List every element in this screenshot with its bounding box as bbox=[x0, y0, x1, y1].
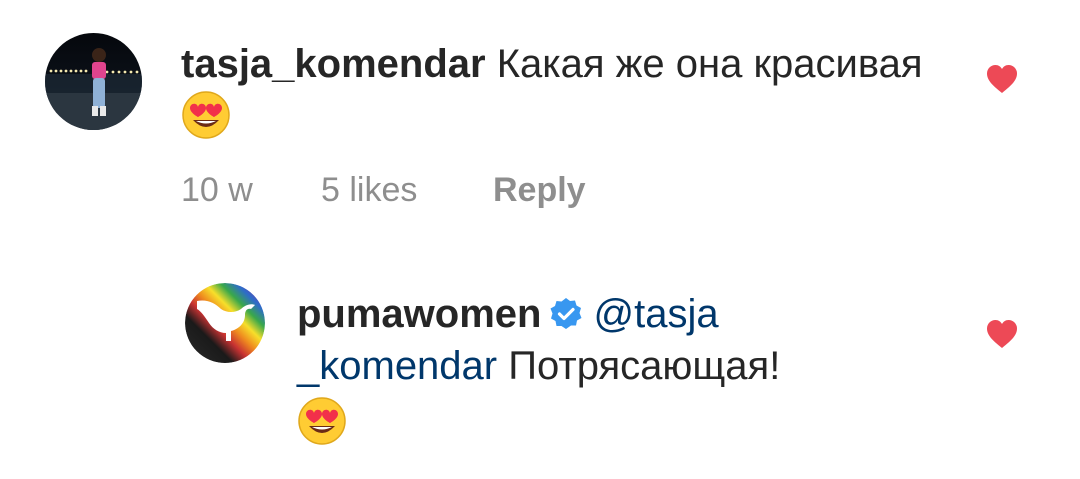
comment-likes-count[interactable]: 5 likes bbox=[321, 171, 493, 210]
comment-time: 10 w bbox=[181, 171, 253, 209]
reply-item: pumawomen @tasja _komendar Потрясающая! bbox=[185, 283, 1045, 473]
like-heart-icon[interactable] bbox=[986, 64, 1018, 94]
reply-message: Потрясающая! bbox=[508, 344, 781, 388]
puma-logo-avatar bbox=[185, 283, 265, 363]
avatar-photo bbox=[45, 33, 142, 130]
comment-text: tasja_komendar Какая же она красивая bbox=[181, 38, 951, 145]
avatar[interactable] bbox=[185, 283, 265, 363]
heart-eyes-emoji bbox=[182, 91, 230, 139]
like-heart-icon[interactable] bbox=[986, 319, 1018, 349]
avatar[interactable] bbox=[45, 33, 142, 130]
reply-text: pumawomen @tasja _komendar Потрясающая! bbox=[297, 288, 857, 451]
comment-item: tasja_komendar Какая же она красивая 10 … bbox=[45, 33, 1045, 233]
reply-username[interactable]: pumawomen bbox=[297, 292, 541, 336]
verified-badge-icon bbox=[550, 298, 582, 329]
reply-body: pumawomen @tasja _komendar Потрясающая! bbox=[297, 288, 857, 451]
reply-button[interactable]: Reply bbox=[493, 171, 586, 210]
heart-eyes-emoji bbox=[298, 397, 346, 445]
comment-body: tasja_komendar Какая же она красивая 10 … bbox=[181, 38, 951, 209]
comment-message: Какая же она красивая bbox=[496, 42, 923, 86]
comment-username[interactable]: tasja_komendar bbox=[181, 42, 486, 86]
comment-meta: 10 w 5 likes Reply bbox=[181, 171, 586, 210]
